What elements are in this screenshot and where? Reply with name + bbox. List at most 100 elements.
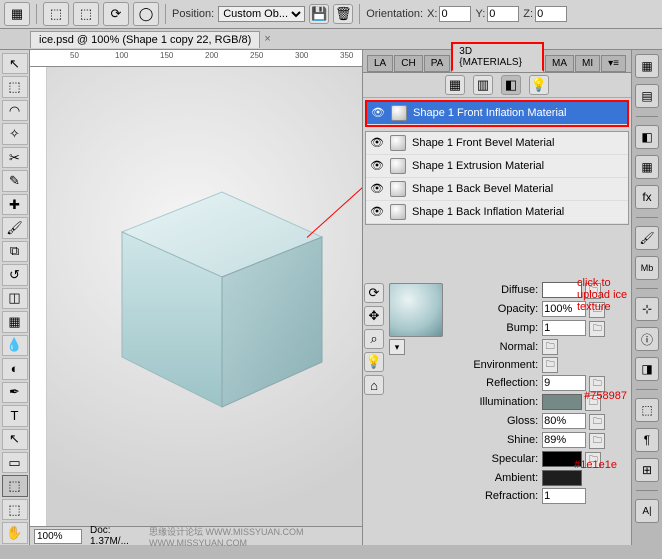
- close-tab-icon[interactable]: ×: [264, 33, 270, 45]
- visibility-icon[interactable]: 👁: [371, 106, 385, 120]
- panel-tab-bar: LA CH PA 3D {MATERIALS} MA MI ▾≡: [363, 50, 631, 73]
- ice-cube-object[interactable]: [107, 162, 337, 422]
- material-row[interactable]: 👁Shape 1 Front Bevel Material: [366, 132, 628, 155]
- status-bar: Doc: 1.37M/... 思缘设计论坛 WWW.MISSYUAN.COM W…: [30, 526, 362, 545]
- lasso-tool[interactable]: ◠: [2, 100, 28, 121]
- para-panel-icon[interactable]: ⊞: [635, 458, 659, 482]
- type-panel-icon[interactable]: A|: [635, 499, 659, 523]
- gloss-field[interactable]: [542, 413, 586, 429]
- filter-material-icon[interactable]: ◧: [501, 75, 521, 95]
- bump-field[interactable]: [542, 320, 586, 336]
- tab-layers[interactable]: LA: [367, 55, 393, 72]
- save-icon[interactable]: 💾: [309, 4, 329, 24]
- ambient-label: Ambient:: [449, 469, 540, 487]
- nav-panel-icon[interactable]: ⊹: [635, 297, 659, 321]
- visibility-icon[interactable]: 👁: [370, 182, 384, 196]
- sphere-icon[interactable]: ◯: [133, 2, 159, 26]
- hand-tool[interactable]: ✋: [2, 522, 28, 543]
- type-tool[interactable]: T: [2, 405, 28, 426]
- shape-tool[interactable]: ▭: [2, 452, 28, 473]
- canvas-area: 50100150200250300350: [30, 50, 362, 545]
- brush-tool[interactable]: 🖌: [2, 217, 28, 238]
- tab-misc[interactable]: MI: [575, 55, 600, 72]
- 3d-camera-tool[interactable]: ⬚: [2, 499, 28, 520]
- tab-paths[interactable]: PA: [424, 55, 451, 72]
- cube-wire-icon[interactable]: ⬚: [73, 2, 99, 26]
- panels-area: LA CH PA 3D {MATERIALS} MA MI ▾≡ ▦ ▥ ◧ 💡…: [362, 50, 631, 545]
- wand-tool[interactable]: ✧: [2, 123, 28, 144]
- orient-z-field[interactable]: [535, 6, 567, 22]
- move-tool[interactable]: ↖: [2, 53, 28, 74]
- stamp-tool[interactable]: ⧉: [2, 241, 28, 262]
- actions-panel-icon[interactable]: ▤: [635, 84, 659, 108]
- 3d-tool[interactable]: ⬚: [2, 475, 28, 496]
- home-icon[interactable]: ⌂: [364, 375, 384, 395]
- shine-field[interactable]: [542, 432, 586, 448]
- gradient-tool[interactable]: ▦: [2, 311, 28, 332]
- pan-icon[interactable]: ✥: [364, 306, 384, 326]
- material-row[interactable]: 👁Shape 1 Extrusion Material: [366, 155, 628, 178]
- zoom-icon[interactable]: ⌕: [364, 329, 384, 349]
- material-ball-icon: [390, 158, 406, 174]
- filter-scene-icon[interactable]: ▦: [445, 75, 465, 95]
- adjust-panel-icon[interactable]: ⬚: [635, 398, 659, 422]
- orbit-icon[interactable]: ⟳: [103, 2, 129, 26]
- canvas[interactable]: [47, 67, 362, 526]
- reflection-field[interactable]: [542, 375, 586, 391]
- shine-picker-icon[interactable]: 🗀: [589, 433, 605, 449]
- orbit-icon[interactable]: ⟳: [364, 283, 384, 303]
- document-tab[interactable]: ice.psd @ 100% (Shape 1 copy 22, RGB/8): [30, 31, 260, 48]
- gloss-picker-icon[interactable]: 🗀: [589, 414, 605, 430]
- visibility-icon[interactable]: 👁: [370, 136, 384, 150]
- swatches-panel-icon[interactable]: ▦: [635, 155, 659, 179]
- preview-picker-icon[interactable]: ▾: [389, 339, 405, 355]
- blur-tool[interactable]: 💧: [2, 335, 28, 356]
- dodge-tool[interactable]: ◐: [2, 358, 28, 379]
- trash-icon[interactable]: 🗑: [333, 4, 353, 24]
- material-row[interactable]: 👁 Shape 1 Back Inflation Material: [366, 201, 628, 224]
- material-ball-icon: [390, 135, 406, 151]
- environment-picker-icon[interactable]: 🗀: [542, 357, 558, 373]
- tool-preset-icon[interactable]: ▦: [4, 2, 30, 26]
- material-row-selected[interactable]: 👁Shape 1 Front Inflation Material: [367, 102, 627, 125]
- material-properties: ⟳ ✥ ⌕ 💡 ⌂ ▾ Diffuse: 🗀 Opacity: 🗀 Bump: …: [363, 277, 631, 509]
- eyedropper-tool[interactable]: ✎: [2, 170, 28, 191]
- visibility-icon[interactable]: 👁: [370, 159, 384, 173]
- material-row[interactable]: 👁Shape 1 Back Bevel Material: [366, 178, 628, 201]
- tab-channels[interactable]: CH: [394, 55, 422, 72]
- normal-picker-icon[interactable]: 🗀: [542, 339, 558, 355]
- material-name: Shape 1 Back Inflation Material: [412, 206, 564, 218]
- tab-mask[interactable]: MA: [545, 55, 574, 72]
- position-select[interactable]: Custom Ob...: [218, 6, 305, 22]
- brush-panel-icon[interactable]: 🖌: [635, 226, 659, 250]
- path-select-tool[interactable]: ↖: [2, 429, 28, 450]
- healing-tool[interactable]: ✚: [2, 194, 28, 215]
- bump-texture-picker[interactable]: 🗀: [589, 321, 605, 337]
- cube-icon[interactable]: ⬚: [43, 2, 69, 26]
- pen-tool[interactable]: ✒: [2, 382, 28, 403]
- styles-panel-icon[interactable]: fx: [635, 185, 659, 209]
- mb-panel-icon[interactable]: Mb: [635, 256, 659, 280]
- history-brush-tool[interactable]: ↺: [2, 264, 28, 285]
- refraction-field[interactable]: [542, 488, 586, 504]
- histogram-panel-icon[interactable]: ◨: [635, 357, 659, 381]
- visibility-icon[interactable]: 👁: [370, 205, 384, 219]
- ambient-swatch[interactable]: [542, 470, 582, 486]
- crop-tool[interactable]: ✂: [2, 147, 28, 168]
- history-panel-icon[interactable]: ▦: [635, 54, 659, 78]
- char-panel-icon[interactable]: ¶: [635, 428, 659, 452]
- panel-menu-icon[interactable]: ▾≡: [601, 55, 626, 72]
- material-preview[interactable]: [389, 283, 443, 337]
- marquee-tool[interactable]: ⬚: [2, 76, 28, 97]
- filter-light-icon[interactable]: 💡: [529, 75, 549, 95]
- orient-y-field[interactable]: [487, 6, 519, 22]
- tab-3d-materials[interactable]: 3D {MATERIALS}: [451, 42, 544, 72]
- info-panel-icon[interactable]: ⓘ: [635, 327, 659, 351]
- filter-mesh-icon[interactable]: ▥: [473, 75, 493, 95]
- orient-x-field[interactable]: [439, 6, 471, 22]
- zoom-field[interactable]: [34, 529, 82, 544]
- light-icon[interactable]: 💡: [364, 352, 384, 372]
- color-panel-icon[interactable]: ◧: [635, 125, 659, 149]
- illumination-swatch[interactable]: [542, 394, 582, 410]
- eraser-tool[interactable]: ◫: [2, 288, 28, 309]
